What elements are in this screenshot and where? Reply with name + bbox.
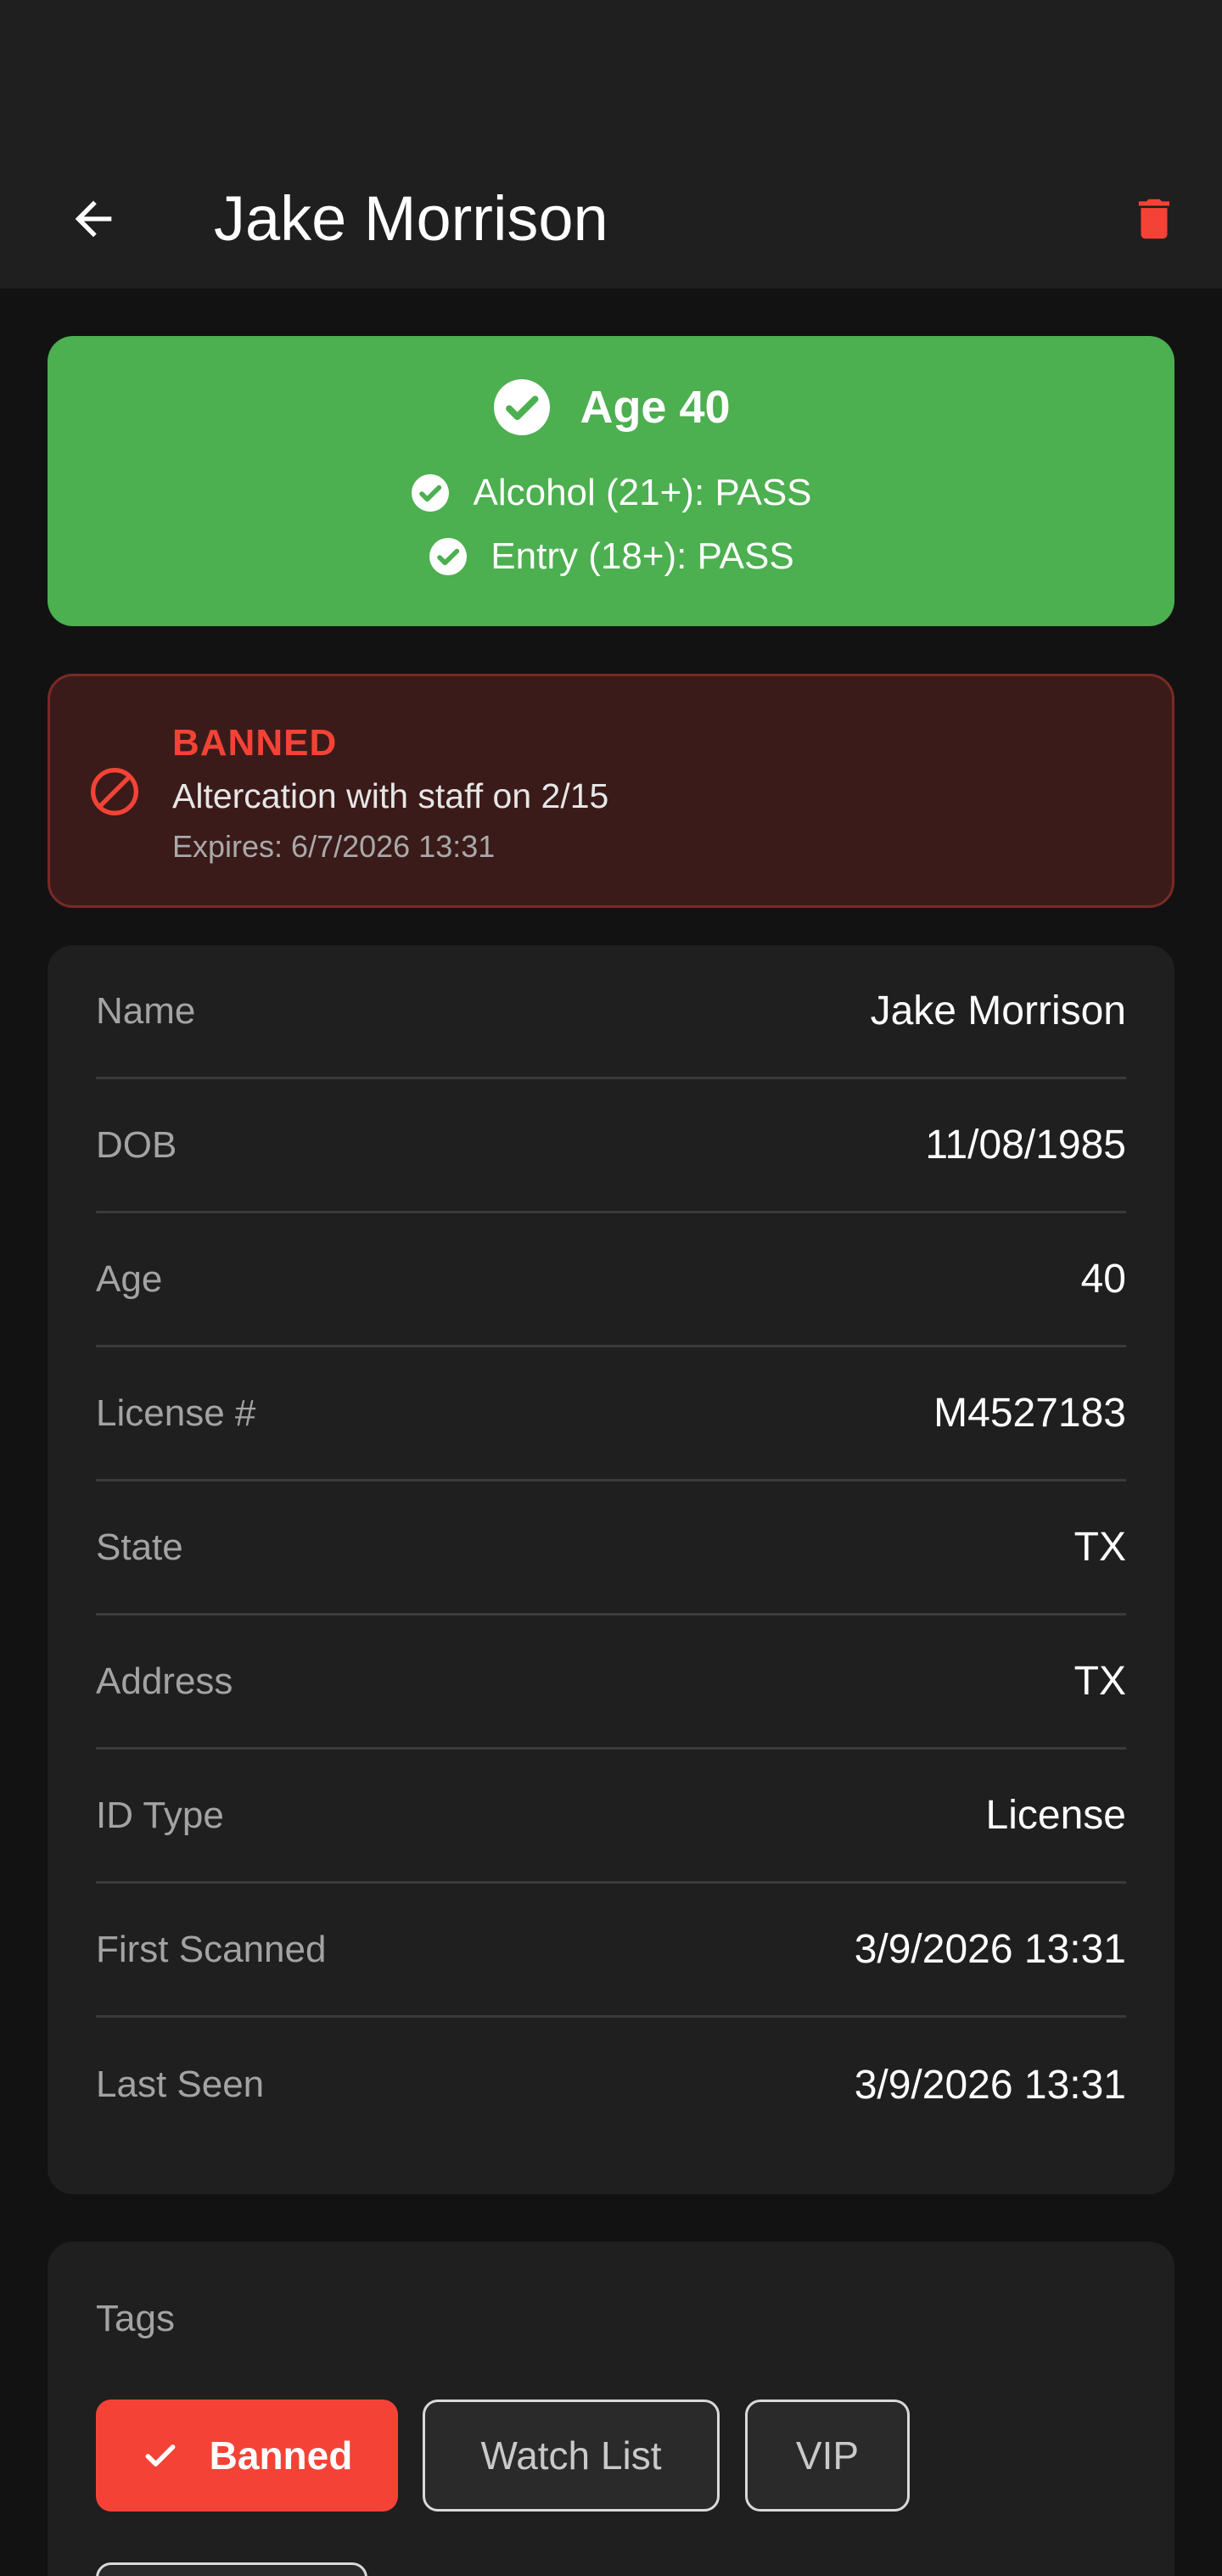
entry-check-row: Entry (18+): PASS <box>48 535 1174 578</box>
tag-chip-more[interactable] <box>96 2562 367 2576</box>
details-card: Name Jake Morrison DOB 11/08/1985 Age 40… <box>48 945 1174 2194</box>
alcohol-check-text: Alcohol (21+): PASS <box>473 472 812 513</box>
tag-chip-label: VIP <box>795 2433 860 2478</box>
status-bar <box>0 0 1222 148</box>
age-verification-card: Age 40 Alcohol (21+): PASS Entry (18+): … <box>48 336 1174 626</box>
trash-icon <box>1138 199 1170 239</box>
detail-value: TX <box>1073 1525 1126 1570</box>
back-button[interactable] <box>51 176 136 261</box>
detail-row-address: Address TX <box>96 1616 1126 1750</box>
detail-label: Last Seen <box>96 2064 265 2105</box>
check-circle-icon <box>429 538 468 575</box>
tag-chip-vip[interactable]: VIP <box>745 2400 910 2512</box>
app-bar: Jake Morrison <box>0 148 1222 288</box>
detail-value: 11/08/1985 <box>925 1123 1126 1168</box>
check-circle-icon <box>412 474 450 512</box>
page-title: Jake Morrison <box>214 183 608 254</box>
entry-check-text: Entry (18+): PASS <box>490 535 794 577</box>
alcohol-check-row: Alcohol (21+): PASS <box>48 472 1174 514</box>
tag-chip-banned[interactable]: Banned <box>96 2400 398 2512</box>
detail-value: 3/9/2026 13:31 <box>854 1927 1126 1972</box>
detail-label: Address <box>96 1660 233 1702</box>
tag-chip-label: Banned <box>209 2433 353 2478</box>
ban-expires: Expires: 6/7/2026 13:31 <box>172 829 496 864</box>
detail-row-dob: DOB 11/08/1985 <box>96 1079 1126 1213</box>
detail-label: State <box>96 1526 183 1568</box>
check-circle-icon <box>494 379 551 435</box>
age-headline: Age 40 <box>580 382 731 433</box>
tags-card: Tags Banned Watch List VIP <box>48 2242 1174 2576</box>
detail-row-state: State TX <box>96 1481 1126 1616</box>
detail-label: First Scanned <box>96 1928 327 1970</box>
detail-row-first-scanned: First Scanned 3/9/2026 13:31 <box>96 1884 1126 2018</box>
ban-alert-card: BANNED Altercation with staff on 2/15 Ex… <box>48 674 1174 908</box>
check-icon <box>145 2444 176 2467</box>
detail-label: Name <box>96 989 196 1032</box>
delete-button[interactable] <box>1112 176 1197 261</box>
tag-chip-watch-list[interactable]: Watch List <box>423 2400 720 2512</box>
block-icon <box>91 768 138 815</box>
detail-label: ID Type <box>96 1794 224 1836</box>
detail-value: License <box>985 1793 1126 1838</box>
detail-row-name: Name Jake Morrison <box>96 945 1126 1079</box>
back-arrow-icon <box>75 200 112 238</box>
detail-row-id-type: ID Type License <box>96 1750 1126 1884</box>
ban-title: BANNED <box>172 722 338 764</box>
detail-row-age: Age 40 <box>96 1213 1126 1347</box>
ban-reason: Altercation with staff on 2/15 <box>172 776 609 815</box>
detail-row-license: License # M4527183 <box>96 1347 1126 1481</box>
detail-label: DOB <box>96 1123 177 1166</box>
age-headline-row: Age 40 <box>48 377 1174 438</box>
tag-chip-label: Watch List <box>480 2433 662 2478</box>
detail-row-last-seen: Last Seen 3/9/2026 13:31 <box>96 2018 1126 2152</box>
detail-label: License # <box>96 1392 256 1434</box>
detail-value: 3/9/2026 13:31 <box>854 2062 1126 2108</box>
detail-label: Age <box>96 1257 163 1300</box>
tags-label: Tags <box>96 2298 175 2339</box>
detail-value: TX <box>1073 1659 1126 1704</box>
detail-value: M4527183 <box>933 1391 1126 1436</box>
detail-value: Jake Morrison <box>870 988 1126 1033</box>
detail-value: 40 <box>1080 1257 1126 1302</box>
